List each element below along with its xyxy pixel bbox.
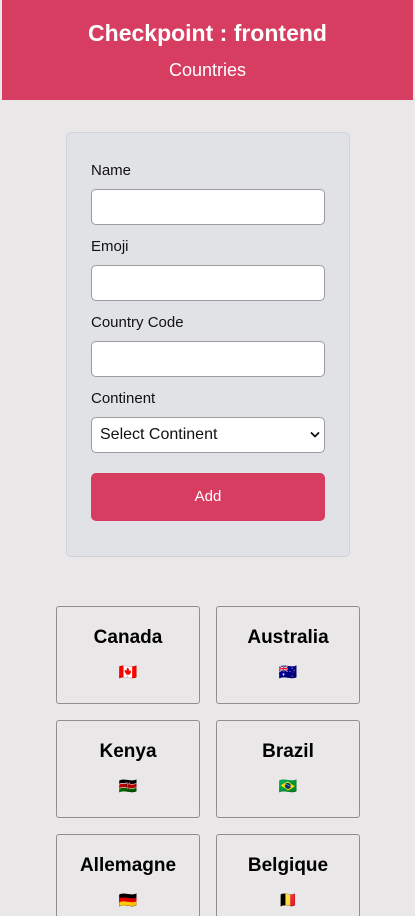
app-title: Checkpoint : frontend: [88, 20, 327, 46]
country-name: Kenya: [99, 741, 157, 762]
country-flag: 🇦🇺: [278, 664, 298, 681]
country-card-kenya: Kenya 🇰🇪: [56, 720, 200, 818]
country-flag: 🇩🇪: [118, 892, 138, 909]
add-button[interactable]: Add: [91, 473, 325, 521]
country-card-brazil: Brazil 🇧🇷: [216, 720, 360, 818]
add-country-form: Name Emoji Country Code Continent Select…: [66, 132, 350, 557]
country-name: Belgique: [247, 855, 329, 876]
country-card-allemagne: Allemagne 🇩🇪: [56, 834, 200, 916]
country-flag: 🇨🇦: [118, 664, 138, 681]
continent-select[interactable]: Select Continent: [91, 417, 325, 453]
country-flag: 🇧🇷: [278, 778, 298, 795]
country-card-belgique: Belgique 🇧🇪: [216, 834, 360, 916]
country-card-australia: Australia 🇦🇺: [216, 606, 360, 704]
country-name: Brazil: [262, 741, 314, 762]
page-subtitle: Countries: [168, 60, 247, 80]
continent-label: Continent: [91, 390, 156, 407]
chevron-down-icon: [310, 432, 320, 438]
app-root: Checkpoint : frontend Countries Name Emo…: [0, 0, 415, 916]
country-flag: 🇰🇪: [118, 778, 138, 795]
emoji-label: Emoji: [91, 238, 129, 255]
name-label: Name: [91, 162, 132, 179]
name-input[interactable]: [91, 189, 325, 225]
country-name: Canada: [93, 627, 163, 648]
continent-selected-value: Select Continent: [100, 426, 218, 443]
emoji-input[interactable]: [91, 265, 325, 301]
country-name: Australia: [247, 627, 329, 648]
country-code-label: Country Code: [91, 314, 184, 331]
country-card-canada: Canada 🇨🇦: [56, 606, 200, 704]
country-flag: 🇧🇪: [278, 892, 298, 909]
country-name: Allemagne: [79, 855, 177, 876]
country-code-input[interactable]: [91, 341, 325, 377]
page-header: Checkpoint : frontend Countries: [2, 0, 413, 100]
